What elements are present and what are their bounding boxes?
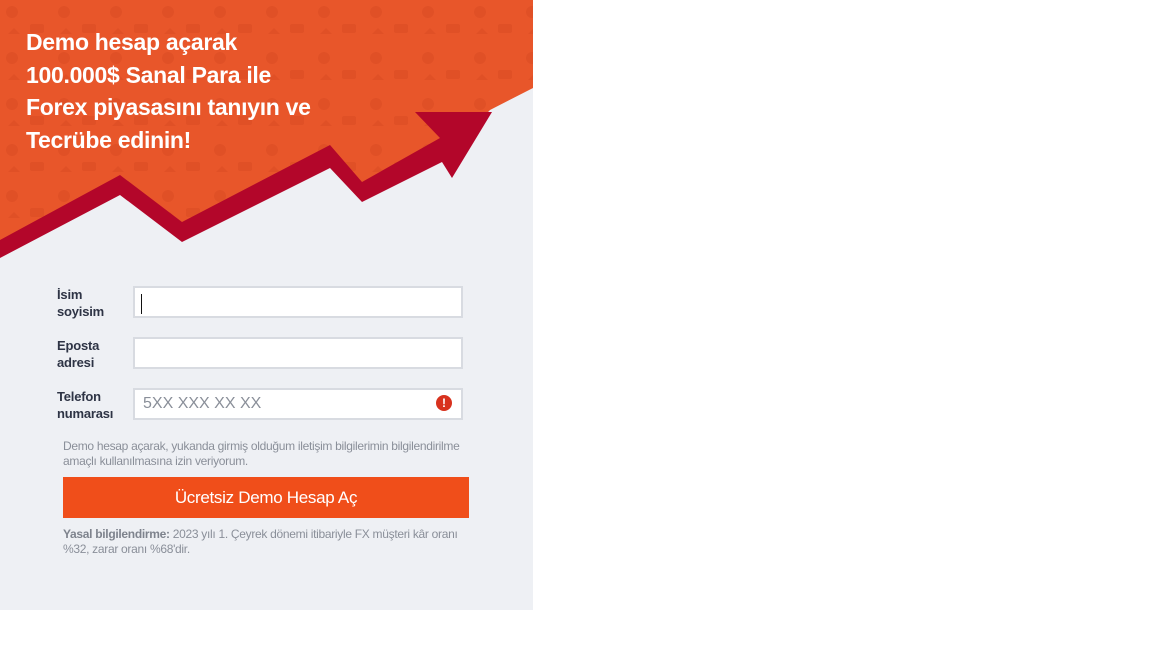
create-demo-account-button[interactable]: Ücretsiz Demo Hesap Aç	[63, 477, 469, 518]
name-label: İsim soyisim	[57, 287, 105, 319]
alert-circle-icon: !	[436, 395, 452, 411]
consent-text: Demo hesap açarak, yukanda girmiş olduğu…	[63, 439, 460, 468]
signup-panel: Demo hesap açarak 100.000$ Sanal Para il…	[0, 0, 533, 610]
phone-row: Telefon numarası	[57, 387, 469, 438]
text-cursor	[141, 294, 142, 314]
signup-form: İsim soyisim Eposta adresi Telefon numar…	[57, 285, 469, 438]
headline-line: Demo hesap açarak	[26, 29, 237, 55]
phone-input[interactable]	[133, 388, 463, 420]
headline-line: Tecrübe edinin!	[26, 126, 192, 153]
headline-line: Forex piyasasını tanıyın ve	[26, 94, 311, 120]
name-input[interactable]	[133, 286, 463, 318]
legal-disclaimer: Yasal bilgilendirme: 2023 yılı 1. Çeyrek…	[63, 527, 469, 557]
headline-line: 100.000$ Sanal Para ile	[26, 61, 272, 88]
legal-title: Yasal bilgilendirme:	[63, 527, 170, 541]
hero-banner: Demo hesap açarak 100.000$ Sanal Para il…	[0, 0, 533, 260]
email-row: Eposta adresi	[57, 336, 469, 387]
hero-headline: Demo hesap açarak 100.000$ Sanal Para il…	[26, 26, 346, 156]
name-row: İsim soyisim	[57, 285, 469, 336]
phone-label: Telefon numarası	[57, 389, 114, 421]
email-label: Eposta adresi	[57, 338, 100, 370]
email-input[interactable]	[133, 337, 463, 369]
